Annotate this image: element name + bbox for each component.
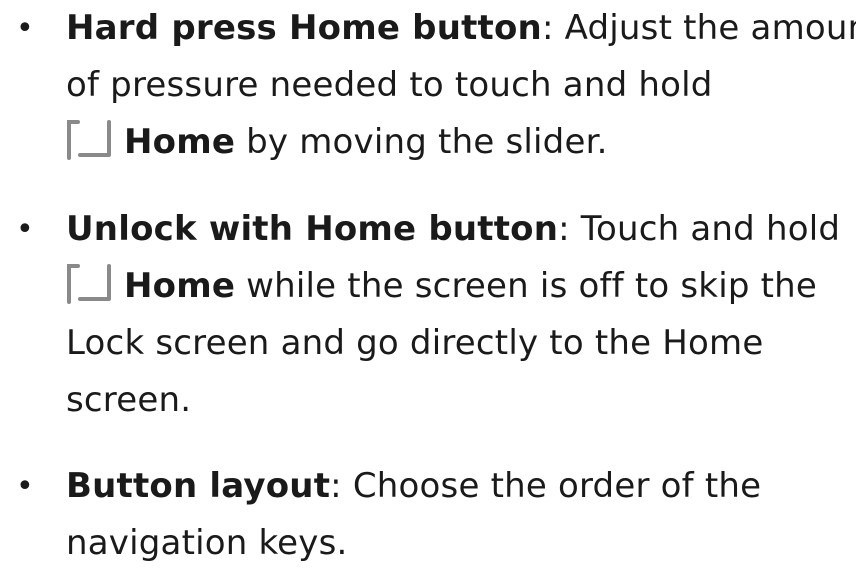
item-term: Button layout <box>66 466 331 506</box>
bullet: • <box>16 469 34 504</box>
item-description: by moving the slider. <box>235 122 608 162</box>
home-key-icon <box>66 263 114 305</box>
item-line: Lock screen and go directly to the Home <box>66 323 764 363</box>
item-term: Unlock with Home button <box>66 209 559 249</box>
item-term: Hard press Home button <box>66 8 542 48</box>
item-description: : Adjust the amount <box>541 8 856 48</box>
bullet: • <box>16 11 34 46</box>
item-description: : Choose the order of the <box>330 466 762 506</box>
bullet: • <box>16 212 34 247</box>
item-line: Button layout: Choose the order of the <box>66 458 851 515</box>
item-line: Home while the screen is off to skip the <box>66 258 851 315</box>
item-description: while the screen is off to skip the <box>235 266 818 306</box>
item-line: Home by moving the slider. <box>66 114 851 171</box>
item-line: Unlock with Home button: Touch and hold <box>66 201 851 258</box>
item-text: Hard press Home button: Adjust the amoun… <box>66 0 856 171</box>
item-text: Button layout: Choose the order of the n… <box>66 458 851 572</box>
item-line: screen. <box>66 380 192 420</box>
home-key-label: Home <box>124 266 236 306</box>
home-key-label: Home <box>124 122 236 162</box>
item-line: Hard press Home button: Adjust the amoun… <box>66 0 856 57</box>
item-line: navigation keys. <box>66 523 348 563</box>
item-description: : Touch and hold <box>558 209 841 249</box>
item-text: Unlock with Home button: Touch and hold … <box>66 201 851 429</box>
item-line: of pressure needed to touch and hold <box>66 65 713 105</box>
home-key-icon <box>66 119 114 161</box>
